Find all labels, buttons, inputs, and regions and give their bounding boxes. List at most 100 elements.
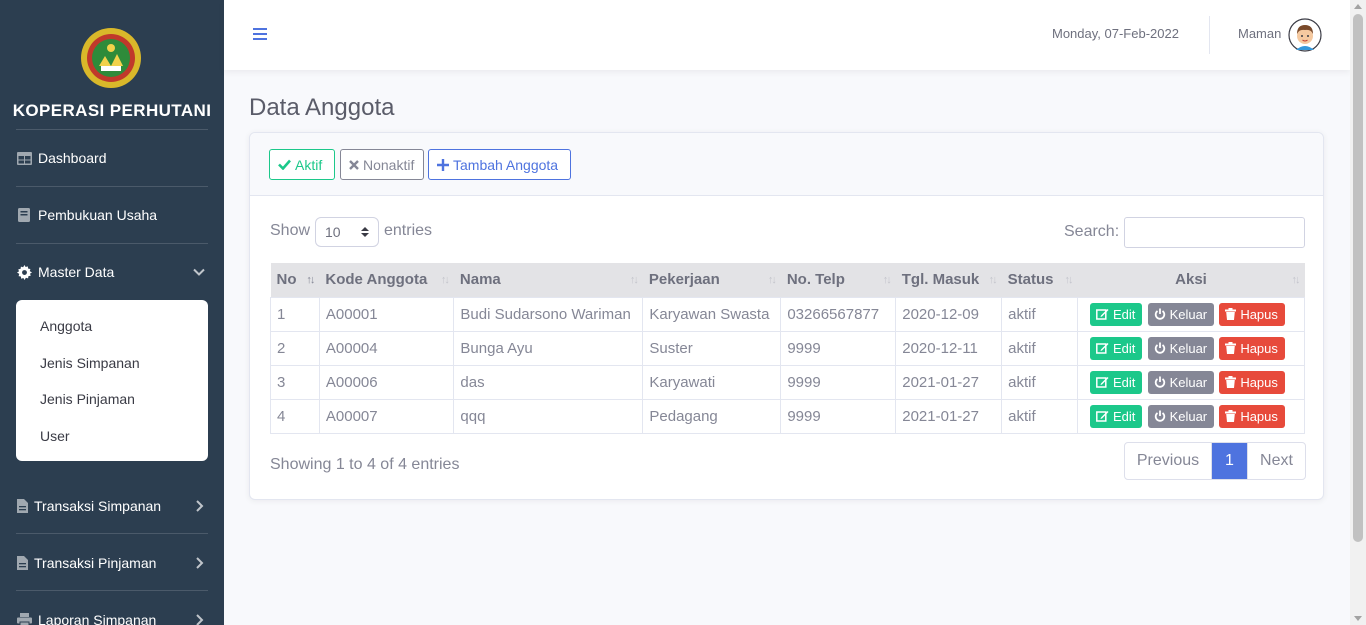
- file-icon: [16, 555, 28, 571]
- entries-length-value: 10: [325, 224, 341, 240]
- hapus-button[interactable]: Hapus: [1219, 370, 1285, 394]
- search-input[interactable]: [1124, 217, 1305, 248]
- sidebar-item-pembukuan-usaha[interactable]: Pembukuan Usaha: [0, 195, 224, 235]
- gear-icon: [16, 264, 32, 280]
- sort-icon: ↑↓: [767, 274, 777, 286]
- hamburger-menu-icon[interactable]: [252, 26, 268, 42]
- column-header-aksi[interactable]: Aksi ↑↓: [1077, 263, 1305, 297]
- keluar-button[interactable]: Keluar: [1147, 370, 1215, 394]
- submenu-item-jenis-pinjaman[interactable]: Jenis Pinjaman: [16, 381, 208, 418]
- cell-nama: das: [453, 364, 644, 400]
- table-row: 3 A00006 das Karyawati 9999 2021-01-27 aktif Ed…: [270, 364, 1306, 400]
- current-date: Monday, 07-Feb-2022: [1052, 26, 1179, 41]
- sidebar-item-master-data[interactable]: Master Data: [0, 252, 224, 292]
- hapus-button[interactable]: Hapus: [1219, 404, 1285, 428]
- hapus-button[interactable]: Hapus: [1219, 336, 1285, 360]
- nonaktif-filter-button[interactable]: Nonaktif: [340, 149, 424, 180]
- scroll-thumb[interactable]: [1353, 14, 1363, 542]
- cell-no-telp: 9999: [780, 398, 897, 434]
- submenu-item-anggota[interactable]: Anggota: [16, 308, 208, 345]
- sidebar-item-label: Transaksi Simpanan: [34, 498, 162, 514]
- entries-label: entries: [384, 222, 433, 239]
- keluar-button[interactable]: Keluar: [1147, 302, 1215, 326]
- aktif-filter-button[interactable]: Aktif: [269, 149, 335, 180]
- avatar[interactable]: [1288, 18, 1322, 52]
- edit-icon: [1096, 309, 1109, 320]
- sidebar-item-transaksi-pinjaman[interactable]: Transaksi Pinjaman: [0, 543, 224, 583]
- edit-button[interactable]: Edit: [1089, 302, 1143, 326]
- trash-icon: [1225, 376, 1237, 388]
- cell-nama: Bunga Ayu: [453, 330, 644, 366]
- submenu-item-user[interactable]: User: [16, 418, 208, 455]
- sidebar-divider: [16, 533, 208, 534]
- entries-length-select[interactable]: 10: [315, 217, 379, 247]
- print-icon: [16, 612, 32, 625]
- cell-status: aktif: [1001, 330, 1078, 366]
- keluar-button[interactable]: Keluar: [1147, 404, 1215, 428]
- cell-pekerjaan: Karyawati: [642, 364, 782, 400]
- trash-icon: [1225, 410, 1237, 422]
- column-header-pekerjaan[interactable]: Pekerjaan ↑↓: [642, 263, 781, 297]
- column-header-kode-anggota[interactable]: Kode Anggota ↑↓: [319, 263, 454, 297]
- page-title: Data Anggota: [249, 94, 395, 121]
- column-header-no[interactable]: No ↑↓: [270, 263, 320, 297]
- sort-icon: ↑↓: [1064, 274, 1073, 286]
- table-info: Showing 1 to 4 of 4 entries: [270, 456, 460, 473]
- trash-icon: [1225, 342, 1237, 354]
- master-data-submenu: Anggota Jenis Simpanan Jenis Pinjaman Us…: [16, 300, 208, 461]
- cell-nama: Budi Sudarsono Wariman: [453, 296, 644, 332]
- sidebar-item-label: Laporan Simpanan: [38, 612, 157, 625]
- koperasi-logo: [81, 28, 141, 88]
- table-row: 2 A00004 Bunga Ayu Suster 9999 2020-12-11 akti…: [270, 330, 1306, 366]
- power-icon: [1154, 308, 1165, 320]
- sort-icon: ↑↓: [440, 274, 450, 286]
- sort-icon: ↑↓: [306, 274, 315, 286]
- close-icon: [349, 159, 359, 170]
- edit-button[interactable]: Edit: [1089, 370, 1143, 394]
- cell-kode-anggota: A00006: [318, 364, 455, 400]
- sidebar-item-label: Dashboard: [38, 150, 107, 166]
- sidebar-item-label: Pembukuan Usaha: [38, 207, 158, 223]
- previous-page-button[interactable]: Previous: [1125, 443, 1212, 479]
- chevron-right-icon: [196, 500, 204, 512]
- sidebar-item-laporan-simpanan[interactable]: Laporan Simpanan: [0, 600, 224, 625]
- tambah-label: Tambah Anggota: [453, 156, 559, 173]
- aktif-label: Aktif: [295, 156, 323, 173]
- cell-kode-anggota: A00001: [318, 296, 455, 332]
- cell-nama: qqq: [453, 398, 644, 434]
- cell-kode-anggota: A00004: [318, 330, 455, 366]
- scroll-up-arrow-icon[interactable]: [1354, 4, 1362, 9]
- edit-button[interactable]: Edit: [1089, 336, 1143, 360]
- submenu-item-jenis-simpanan[interactable]: Jenis Simpanan: [16, 345, 208, 382]
- cell-no-telp: 9999: [780, 364, 897, 400]
- scroll-down-arrow-icon[interactable]: [1354, 616, 1362, 621]
- table-icon: [16, 150, 32, 166]
- table-row: 4 A00007 qqq Pedagang 9999 2021-01-27 aktif Edi…: [270, 398, 1306, 434]
- sidebar-item-dashboard[interactable]: Dashboard: [0, 138, 224, 178]
- chevron-right-icon: [196, 557, 204, 569]
- add-member-button[interactable]: Tambah Anggota: [428, 149, 571, 180]
- column-header-status[interactable]: Status ↑↓: [1001, 263, 1078, 297]
- sidebar-item-transaksi-simpanan[interactable]: Transaksi Simpanan: [0, 486, 224, 526]
- sidebar: KOPERASI PERHUTANI Dashboard Pembukuan U…: [0, 0, 224, 625]
- next-page-button[interactable]: Next: [1247, 443, 1305, 479]
- book-icon: [16, 207, 32, 223]
- page-1-button[interactable]: 1: [1212, 443, 1247, 479]
- pagination: Previous 1 Next: [1124, 442, 1306, 480]
- brand-name[interactable]: KOPERASI PERHUTANI: [0, 101, 224, 121]
- edit-button[interactable]: Edit: [1089, 404, 1143, 428]
- data-card: Aktif Nonaktif Tambah Anggota Show 10 en…: [249, 132, 1324, 500]
- column-header-no-telp[interactable]: No. Telp ↑↓: [780, 263, 896, 297]
- cell-aksi: Edit Keluar Hapus: [1076, 330, 1306, 366]
- sidebar-divider: [16, 590, 208, 591]
- sidebar-item-label: Transaksi Pinjaman: [34, 555, 157, 571]
- chevron-right-icon: [196, 614, 204, 625]
- user-name[interactable]: Maman: [1238, 26, 1281, 41]
- page-scrollbar[interactable]: [1350, 0, 1366, 625]
- cell-no: 4: [270, 398, 320, 434]
- column-header-tgl-masuk[interactable]: Tgl. Masuk ↑↓: [895, 263, 1002, 297]
- column-header-nama[interactable]: Nama ↑↓: [453, 263, 643, 297]
- hapus-button[interactable]: Hapus: [1219, 302, 1285, 326]
- keluar-button[interactable]: Keluar: [1147, 336, 1215, 360]
- sort-icon: ↑↓: [988, 274, 998, 286]
